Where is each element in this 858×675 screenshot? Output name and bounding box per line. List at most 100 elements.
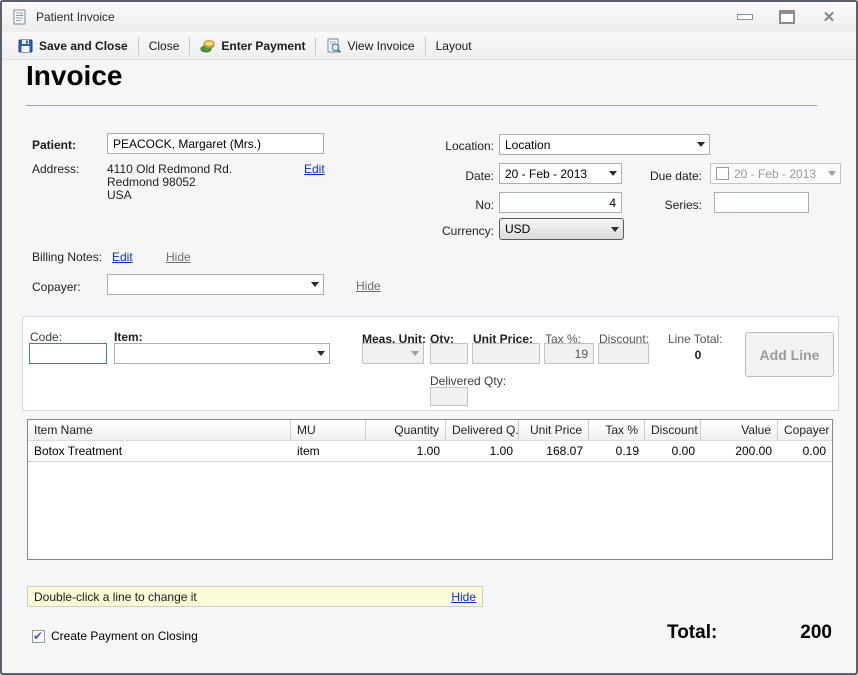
toolbar-separator — [425, 37, 426, 55]
delivered-qty-label: Delivered Qty: — [430, 374, 506, 388]
close-toolbar-button[interactable]: Close — [141, 35, 188, 57]
title-bar: Patient Invoice ✕ — [2, 2, 856, 32]
line-total-label: Line Total: — [668, 332, 723, 346]
billing-notes-edit-link[interactable]: Edit — [112, 250, 133, 264]
line-total-value: 0 — [668, 348, 728, 362]
save-and-close-button[interactable]: Save and Close — [10, 35, 136, 57]
title-divider — [26, 105, 817, 106]
document-icon — [12, 9, 28, 25]
hint-text: Double-click a line to change it — [34, 590, 451, 604]
create-payment-checkbox[interactable] — [32, 630, 45, 643]
location-value: Location — [505, 138, 693, 152]
discount-input[interactable] — [598, 343, 649, 364]
save-icon — [18, 38, 34, 54]
total-value: 200 — [757, 622, 832, 644]
close-button[interactable]: ✕ — [816, 8, 842, 26]
layout-button[interactable]: Layout — [428, 35, 480, 57]
unit-price-input[interactable] — [472, 343, 540, 364]
chevron-down-icon — [828, 171, 836, 176]
hint-bar: Double-click a line to change it Hide — [27, 586, 483, 607]
series-input[interactable] — [714, 192, 809, 213]
cell-unit-price: 168.07 — [519, 441, 589, 461]
date-value: 20 - Feb - 2013 — [505, 167, 605, 181]
chevron-down-icon — [697, 142, 705, 147]
code-label: Code: — [30, 330, 62, 344]
delivered-qty-input[interactable] — [430, 387, 468, 406]
layout-label: Layout — [436, 39, 472, 53]
minimize-icon — [737, 14, 753, 20]
col-item-name[interactable]: Item Name — [28, 420, 291, 440]
toolbar: Save and Close Close Enter Payment Vi — [2, 32, 856, 60]
close-icon: ✕ — [823, 8, 836, 26]
tax-input[interactable]: 19 — [544, 343, 594, 364]
chevron-down-icon — [609, 171, 617, 176]
hint-hide-link[interactable]: Hide — [451, 590, 476, 604]
copayer-select[interactable] — [107, 274, 324, 295]
page-title: Invoice — [26, 60, 122, 92]
add-line-label: Add Line — [760, 347, 820, 363]
cell-tax: 0.19 — [589, 441, 645, 461]
address-line-3: USA — [107, 188, 132, 202]
patient-label: Patient: — [32, 138, 76, 152]
currency-value: USD — [505, 222, 607, 236]
maximize-button[interactable] — [774, 8, 800, 26]
save-and-close-label: Save and Close — [39, 39, 128, 53]
patient-value: PEACOCK, Margaret (Mrs.) — [113, 137, 261, 151]
cell-copayer-share: 0.00 — [778, 441, 832, 461]
address-label: Address: — [32, 162, 79, 176]
item-label: Item: — [114, 330, 143, 344]
close-label: Close — [149, 39, 180, 53]
copayer-hide-link[interactable]: Hide — [356, 279, 381, 293]
due-date-select[interactable]: 20 - Feb - 2013 — [710, 163, 841, 184]
billing-notes-label: Billing Notes: — [32, 250, 102, 264]
col-unit-price[interactable]: Unit Price — [519, 420, 589, 440]
enter-payment-button[interactable]: Enter Payment — [192, 35, 313, 57]
patient-input[interactable]: PEACOCK, Margaret (Mrs.) — [107, 133, 324, 154]
view-invoice-button[interactable]: View Invoice — [318, 35, 422, 57]
toolbar-separator — [138, 37, 139, 55]
address-line-1: 4110 Old Redmond Rd. — [107, 162, 232, 176]
view-invoice-label: View Invoice — [347, 39, 414, 53]
billing-notes-hide-link[interactable]: Hide — [166, 250, 191, 264]
cell-discount: 0.00 — [645, 441, 701, 461]
col-tax[interactable]: Tax % — [589, 420, 645, 440]
view-invoice-icon — [326, 38, 342, 54]
col-copayer-share[interactable]: Copayer S... — [778, 420, 832, 440]
maximize-icon — [779, 10, 795, 24]
toolbar-separator — [315, 37, 316, 55]
invoice-no-value: 4 — [609, 196, 616, 210]
tax-value: 19 — [575, 347, 588, 361]
due-date-checkbox[interactable] — [716, 167, 729, 180]
date-select[interactable]: 20 - Feb - 2013 — [499, 163, 622, 184]
add-line-button[interactable]: Add Line — [745, 332, 834, 377]
create-payment-option[interactable]: Create Payment on Closing — [32, 629, 198, 643]
code-input[interactable] — [29, 343, 107, 364]
series-label: Series: — [630, 198, 702, 212]
enter-payment-label: Enter Payment — [221, 39, 305, 53]
chevron-down-icon — [411, 351, 419, 356]
chevron-down-icon — [317, 351, 325, 356]
item-select[interactable] — [114, 343, 330, 364]
col-quantity[interactable]: Quantity — [366, 420, 446, 440]
col-value[interactable]: Value — [701, 420, 778, 440]
cell-mu: item — [291, 441, 366, 461]
cell-value: 200.00 — [701, 441, 778, 461]
invoice-no-input[interactable]: 4 — [499, 192, 622, 213]
table-row[interactable]: Botox Treatment item 1.00 1.00 168.07 0.… — [28, 441, 832, 462]
col-discount[interactable]: Discount — [645, 420, 701, 440]
currency-select[interactable]: USD — [499, 218, 624, 240]
date-label: Date: — [432, 169, 494, 183]
create-payment-label: Create Payment on Closing — [51, 629, 198, 643]
col-mu[interactable]: MU — [291, 420, 366, 440]
chevron-down-icon — [611, 227, 619, 232]
minimize-button[interactable] — [732, 8, 758, 26]
address-edit-link[interactable]: Edit — [304, 162, 325, 176]
invoice-no-label: No: — [452, 198, 494, 212]
col-delivered-qty[interactable]: Delivered Q... — [446, 420, 519, 440]
meas-unit-select[interactable] — [362, 343, 424, 364]
location-select[interactable]: Location — [499, 134, 710, 155]
qty-input[interactable] — [430, 343, 468, 364]
location-label: Location: — [421, 139, 494, 153]
toolbar-separator — [189, 37, 190, 55]
copayer-label: Copayer: — [32, 280, 81, 294]
